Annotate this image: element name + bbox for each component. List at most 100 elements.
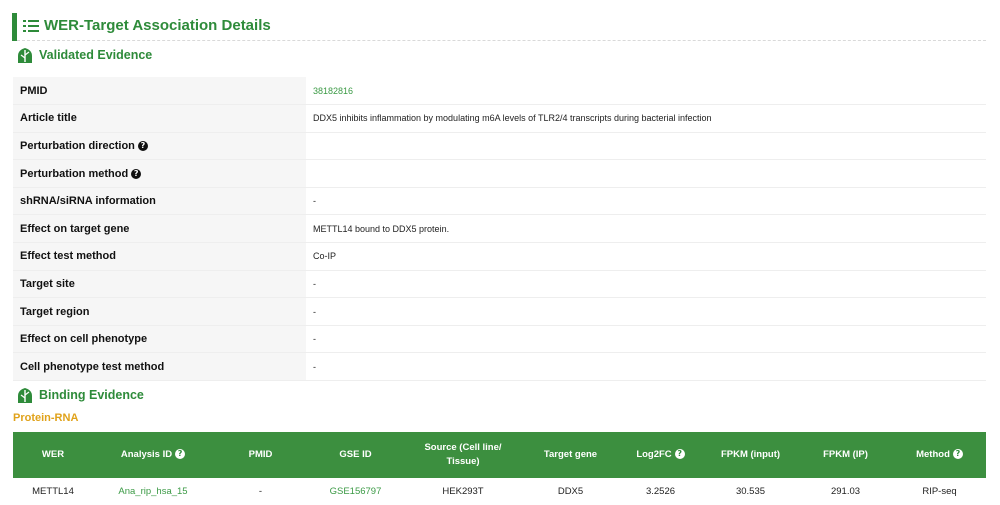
detail-row-pmid: PMID 38182816 [13, 77, 986, 106]
detail-row-target-region: Target region - [13, 297, 986, 326]
help-icon[interactable]: ? [175, 449, 186, 459]
table-cell-target-gene: DDX5 [523, 478, 618, 505]
column-header-label: WER [41, 449, 65, 460]
detail-value-text: - [313, 196, 316, 207]
detail-label-text: Target site [20, 277, 75, 290]
cell-text: METTL14 [32, 486, 74, 498]
column-header-label: Analysis ID [120, 449, 173, 460]
cell-text: - [258, 486, 263, 498]
help-icon[interactable]: ? [131, 168, 142, 179]
column-header-method[interactable]: Method? [893, 432, 986, 478]
column-header-label: Target gene [543, 449, 598, 460]
table-cell-fpkm-ip: 291.03 [798, 478, 893, 505]
detail-value-text: - [313, 361, 316, 372]
detail-label-text: Article title [20, 112, 77, 125]
detail-value-text: - [313, 334, 316, 345]
detail-label: Target site [13, 270, 306, 299]
analysis-id-link[interactable]: Ana_rip_hsa_15 [118, 486, 187, 497]
detail-row-effect-on-target-gene: Effect on target gene METTL14 bound to DD… [13, 214, 986, 244]
detail-label-text: shRNA/siRNA information [20, 195, 156, 208]
column-header-gse-id[interactable]: GSE ID [308, 432, 403, 478]
header-accent-bar [12, 13, 17, 41]
detail-value: - [306, 187, 986, 216]
detail-value: METTL14 bound to DDX5 protein. [306, 214, 986, 244]
table-cell-analysis-id: Ana_rip_hsa_15 [93, 478, 213, 505]
cell-text: DDX5 [557, 486, 584, 498]
detail-label: Effect test method [13, 242, 306, 271]
detail-label: Effect on target gene [13, 214, 306, 244]
cell-text: 3.2526 [645, 486, 676, 498]
binding-evidence-table: WER Analysis ID? PMID GSE ID Source (Cell li… [13, 432, 986, 505]
column-header-label: Source (Cell line/ Tissue) [424, 442, 502, 467]
detail-value-text: DDX5 inhibits inflammation by modulating… [313, 113, 712, 124]
binding-evidence-heading: Binding Evidence [16, 386, 216, 406]
column-header-fpkm-input[interactable]: FPKM (input) [703, 432, 798, 478]
table-row: METTL14 Ana_rip_hsa_15 - GSE156797 HEK293T DD… [13, 478, 986, 505]
detail-value: Co-IP [306, 242, 986, 271]
cell-text: 30.535 [735, 486, 766, 498]
detail-row-perturbation-method: Perturbation method? [13, 159, 986, 188]
detail-value: 38182816 [306, 77, 986, 106]
detail-row-cell-phenotype-test-method: Cell phenotype test method - [13, 352, 986, 382]
column-header-pmid[interactable]: PMID [213, 432, 308, 478]
detail-value: - [306, 325, 986, 354]
cell-text: 291.03 [830, 486, 861, 498]
detail-value [306, 132, 986, 161]
help-icon[interactable]: ? [952, 449, 963, 459]
help-icon[interactable]: ? [137, 140, 148, 151]
validated-evidence-heading: Validated Evidence [16, 46, 216, 66]
column-header-analysis-id[interactable]: Analysis ID? [93, 432, 213, 478]
column-header-label: PMID [248, 449, 273, 460]
detail-label: Perturbation method? [13, 159, 306, 188]
column-header-log2fc[interactable]: Log2FC? [618, 432, 703, 478]
cell-text: HEK293T [442, 486, 484, 498]
table-cell-gse-id: GSE156797 [308, 478, 403, 505]
column-header-source-cell-line-tissue[interactable]: Source (Cell line/ Tissue) [403, 432, 523, 478]
detail-value-text: METTL14 bound to DDX5 protein. [313, 223, 450, 234]
gse-id-link[interactable]: GSE156797 [330, 486, 382, 497]
table-cell-source-cell-line-tissue: HEK293T [403, 478, 523, 505]
detail-label: shRNA/siRNA information [13, 187, 306, 216]
detail-label: Perturbation direction? [13, 132, 306, 161]
detail-label: Effect on cell phenotype [13, 325, 306, 354]
detail-label: Cell phenotype test method [13, 352, 306, 382]
column-header-label: GSE ID [339, 449, 372, 460]
detail-row-perturbation-direction: Perturbation direction? [13, 132, 986, 161]
page-header: WER-Target Association Details [12, 13, 986, 41]
leaf-icon [18, 48, 32, 63]
validated-evidence-title: Validated Evidence [39, 48, 153, 62]
column-header-wer[interactable]: WER [13, 432, 93, 478]
detail-value-text: - [313, 278, 316, 289]
column-header-target-gene[interactable]: Target gene [523, 432, 618, 478]
help-icon[interactable]: ? [674, 449, 685, 459]
column-header-label: FPKM (input) [720, 449, 781, 460]
validated-evidence-table: PMID 38182816 Article title DDX5 inhibits i… [13, 77, 986, 382]
column-header-label: FPKM (IP) [823, 449, 868, 460]
detail-value: - [306, 270, 986, 299]
page-title: WER-Target Association Details [44, 17, 271, 34]
binding-evidence-title: Binding Evidence [39, 388, 144, 402]
detail-row-target-site: Target site - [13, 270, 986, 299]
protein-rna-label: Protein-RNA [13, 412, 79, 424]
column-header-label: Log2FC [636, 449, 672, 460]
list-icon [23, 20, 39, 32]
table-cell-fpkm-input: 30.535 [703, 478, 798, 505]
detail-label-text: Effect on target gene [20, 222, 130, 235]
column-header-label: Method [916, 449, 950, 460]
detail-label-text: Perturbation direction [20, 139, 135, 152]
detail-row-article-title: Article title DDX5 inhibits inflammation … [13, 104, 986, 133]
column-header-fpkm-ip[interactable]: FPKM (IP) [798, 432, 893, 478]
detail-label-text: Cell phenotype test method [20, 360, 165, 373]
detail-label: Target region [13, 297, 306, 326]
pmid-link[interactable]: 38182816 [313, 86, 353, 96]
table-cell-log2fc: 3.2526 [618, 478, 703, 505]
detail-label-text: Perturbation method [20, 167, 129, 180]
detail-value: - [306, 352, 986, 382]
detail-row-effect-on-cell-phenotype: Effect on cell phenotype - [13, 325, 986, 354]
detail-value [306, 159, 986, 188]
detail-value: - [306, 297, 986, 326]
table-cell-wer: METTL14 [13, 478, 93, 505]
detail-label-text: Effect on cell phenotype [20, 333, 148, 346]
leaf-icon [18, 388, 32, 403]
detail-row-shrna-sirna-information: shRNA/siRNA information - [13, 187, 986, 216]
